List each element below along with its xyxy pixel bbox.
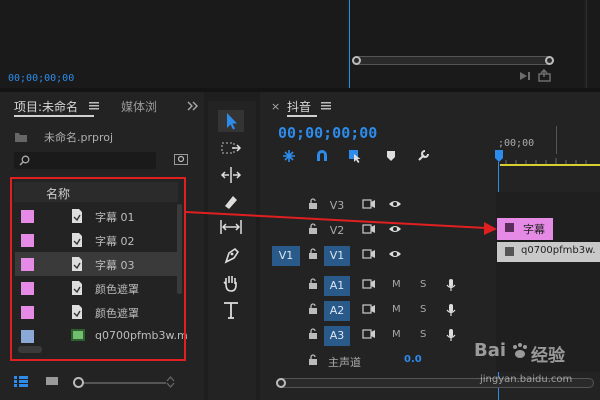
watermark-url: jingyan.baidu.com [480,374,573,385]
annotation-arrow [185,211,497,235]
paw-logo-icon [511,343,529,359]
watermark-brand: Bai [474,340,507,361]
watermark-brand-cn: 经验 [531,346,565,366]
